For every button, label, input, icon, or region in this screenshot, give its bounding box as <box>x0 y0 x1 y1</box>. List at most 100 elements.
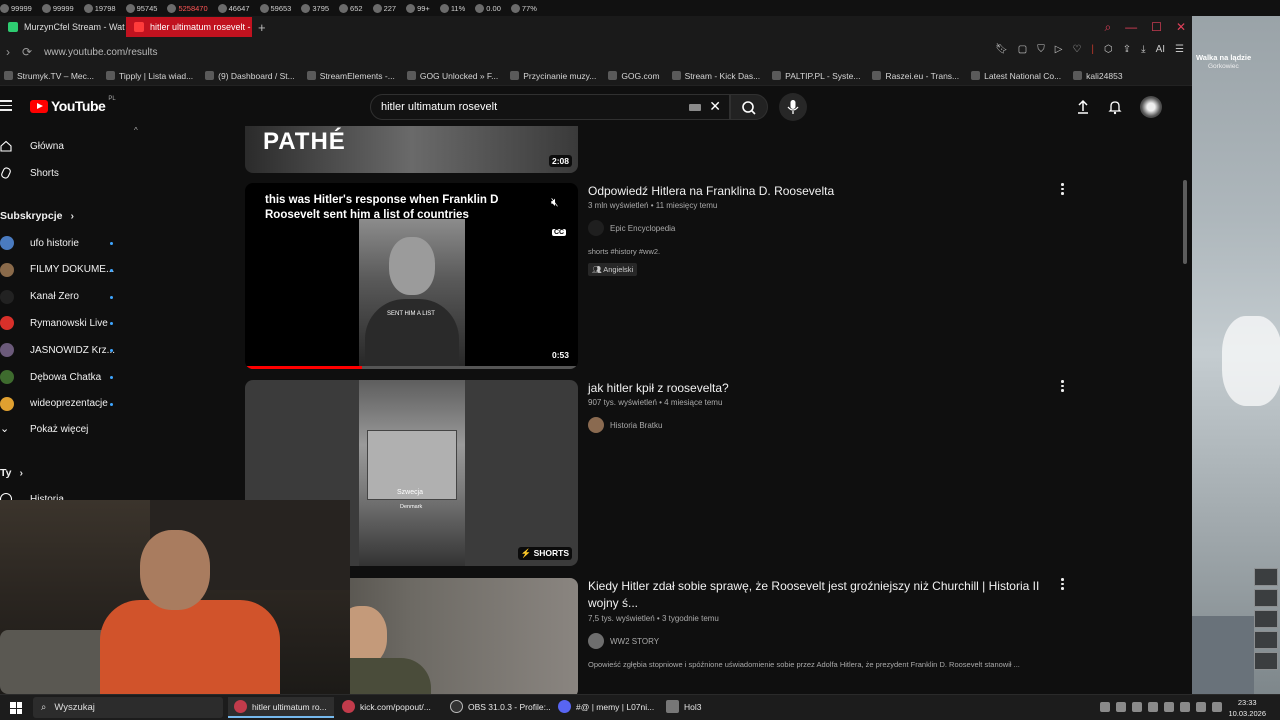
hud-button[interactable] <box>1254 631 1278 649</box>
channel-avatar <box>0 396 14 411</box>
download-icon[interactable]: ⤓ <box>1141 44 1145 55</box>
sidebar-subscription-channel[interactable]: Rymanowski Live <box>0 312 140 334</box>
more-actions-icon[interactable] <box>1061 578 1065 592</box>
minimize-button[interactable]: — <box>1125 20 1137 34</box>
video-thumbnail[interactable]: PATHÉ 2:08 <box>245 126 578 173</box>
bookmark-item[interactable]: Tipply | Lista wiad... <box>106 71 193 81</box>
network-icon[interactable] <box>1180 702 1190 712</box>
page-scrollbar[interactable] <box>1183 180 1187 264</box>
tray-icon[interactable] <box>1100 702 1110 712</box>
channel-link[interactable]: Epic Encyclopedia <box>588 220 675 236</box>
taskbar-app-label: Hol3 <box>684 701 702 712</box>
obs-icon <box>450 700 463 713</box>
video-title[interactable]: Kiedy Hitler zdał sobie sprawę, że Roose… <box>588 578 1048 612</box>
bookmark-item[interactable]: Przycinanie muzy... <box>510 71 596 81</box>
notifications-bell-icon[interactable] <box>1108 99 1122 115</box>
bookmark-item[interactable]: GOG.com <box>608 71 660 81</box>
tray-icon[interactable] <box>1164 702 1174 712</box>
voice-search-button[interactable] <box>779 93 807 121</box>
bookmark-item[interactable]: Raszei.eu - Trans... <box>872 71 959 81</box>
hud-button[interactable] <box>1254 610 1278 628</box>
account-avatar[interactable] <box>1140 96 1162 118</box>
play-icon[interactable]: ▷ <box>1055 44 1063 55</box>
bookmark-icon[interactable]: 🔖︎ <box>995 44 1008 55</box>
channel-link[interactable]: Historia Bratku <box>588 417 662 433</box>
channel-link[interactable]: WW2 STORY <box>588 633 659 649</box>
video-title[interactable]: Odpowiedź Hitlera na Franklina D. Roosev… <box>588 183 1048 200</box>
reload-icon[interactable]: ⟳ <box>22 45 32 59</box>
screenshot-icon[interactable]: ▢ <box>1018 44 1027 55</box>
heart-icon[interactable]: ♡ <box>1072 44 1081 55</box>
bookmark-item[interactable]: (9) Dashboard / St... <box>205 71 295 81</box>
forward-icon[interactable]: › <box>6 45 10 59</box>
close-window-button[interactable]: ✕ <box>1176 20 1186 34</box>
sidebar-item-shorts[interactable]: Shorts <box>0 162 140 184</box>
tray-icon[interactable] <box>1116 702 1126 712</box>
sidebar-subscription-channel[interactable]: JASNOWIDZ Krz... <box>0 339 140 361</box>
hud-button[interactable] <box>1254 568 1278 586</box>
hud-button[interactable] <box>1254 652 1278 670</box>
bookmark-item[interactable]: Strumyk.TV – Mec... <box>4 71 94 81</box>
closed-captions-button[interactable]: CC <box>552 229 567 236</box>
bookmark-item[interactable]: PALTIP.PL - Syste... <box>772 71 860 81</box>
playback-progress-track[interactable] <box>245 366 578 369</box>
ai-button[interactable]: AI <box>1156 44 1165 55</box>
tab-youtube-results[interactable]: hitler ultimatum rosevelt - <box>126 17 252 37</box>
sidebar-show-more[interactable]: ⌄ Pokaż więcej <box>0 418 140 440</box>
taskbar-app-browser-kick[interactable]: kick.com/popout/... <box>336 697 442 718</box>
bookmark-item[interactable]: kali24853 <box>1073 71 1123 81</box>
shield-icon[interactable]: ⛉ <box>1037 44 1045 55</box>
taskbar-app-game[interactable]: Hol3 <box>660 697 730 718</box>
battery-icon[interactable] <box>1212 702 1222 712</box>
new-tab-button[interactable]: + <box>252 20 272 35</box>
taskbar-search[interactable]: ⌕ Wyszukaj <box>33 697 223 718</box>
search-button[interactable] <box>730 94 768 120</box>
tray-icon[interactable] <box>1132 702 1142 712</box>
taskbar-app-discord[interactable]: #@ | memy | L07ni... <box>552 697 658 718</box>
maximize-button[interactable]: ☐ <box>1151 20 1162 34</box>
bookmark-item[interactable]: StreamElements -... <box>306 71 395 81</box>
search-tabs-icon[interactable]: ⌕ <box>1104 20 1111 35</box>
bookmark-item[interactable]: GOG Unlocked » F... <box>406 71 498 81</box>
extensions-icon[interactable]: ⬡ <box>1104 44 1113 55</box>
minimap[interactable] <box>1192 616 1254 694</box>
sidebar-subscription-channel[interactable]: FILMY DOKUME... <box>0 259 140 281</box>
bookmark-item[interactable]: Latest National Co... <box>971 71 1061 81</box>
sidebar-you-heading[interactable]: Ty › <box>0 462 140 484</box>
mute-icon[interactable]: 🔇︎ <box>551 195 559 210</box>
windows-start-icon[interactable] <box>10 702 22 714</box>
browser-tab-strip: MurzynCfel Stream - Wat hitler ultimatum… <box>0 16 1192 38</box>
tab-kick-stream[interactable]: MurzynCfel Stream - Wat <box>0 17 126 37</box>
sidebar-subscription-channel[interactable]: ufo historie <box>0 232 140 254</box>
more-actions-icon[interactable] <box>1061 380 1065 394</box>
sidebar-subscriptions-heading[interactable]: Subskrypcje › <box>0 205 140 227</box>
youtube-logo[interactable]: YouTube PL <box>30 96 116 114</box>
resource-counter: 77% <box>510 3 537 13</box>
upload-age: 3 tygodnie temu <box>661 614 719 623</box>
keyboard-icon[interactable] <box>689 104 701 111</box>
more-actions-icon[interactable] <box>1061 183 1065 197</box>
taskbar-app-obs[interactable]: OBS 31.0.3 - Profile:... <box>444 697 550 718</box>
sidebar-item-home[interactable]: Główna <box>0 135 140 157</box>
volume-icon[interactable] <box>1196 702 1206 712</box>
url-field[interactable]: www.youtube.com/results <box>44 47 157 58</box>
hud-button[interactable] <box>1254 589 1278 607</box>
video-thumbnail[interactable]: this was Hitler's response when Franklin… <box>245 183 578 369</box>
menu-icon[interactable]: ☰ <box>1175 44 1184 55</box>
taskbar-app-browser-youtube[interactable]: hitler ultimatum ro... <box>228 697 334 718</box>
video-title[interactable]: jak hitler kpił z roosevelta? <box>588 380 1048 397</box>
sidebar-subscription-channel[interactable]: wideoprezentacje <box>0 393 140 415</box>
sidebar-subscription-channel[interactable]: Kanał Zero <box>0 286 140 308</box>
bookmark-item[interactable]: Stream - Kick Das... <box>671 71 760 81</box>
guide-menu-icon[interactable] <box>0 100 12 114</box>
share-icon[interactable]: ⇪ <box>1123 44 1131 55</box>
scroll-up-icon[interactable]: ^ <box>134 126 138 135</box>
sidebar-subscription-channel[interactable]: Dębowa Chatka <box>0 366 140 388</box>
resource-value: 99999 <box>52 3 74 13</box>
taskbar-clock[interactable]: 23:33 10.03.2026 <box>1228 697 1266 719</box>
upload-icon[interactable] <box>1076 99 1090 115</box>
clear-search-icon[interactable]: ✕ <box>709 98 721 115</box>
search-input[interactable]: hitler ultimatum rosevelt ✕ <box>370 94 730 120</box>
game-window: Walka na lądzie Gorkowiec <box>1192 16 1280 694</box>
tray-icon[interactable] <box>1148 702 1158 712</box>
